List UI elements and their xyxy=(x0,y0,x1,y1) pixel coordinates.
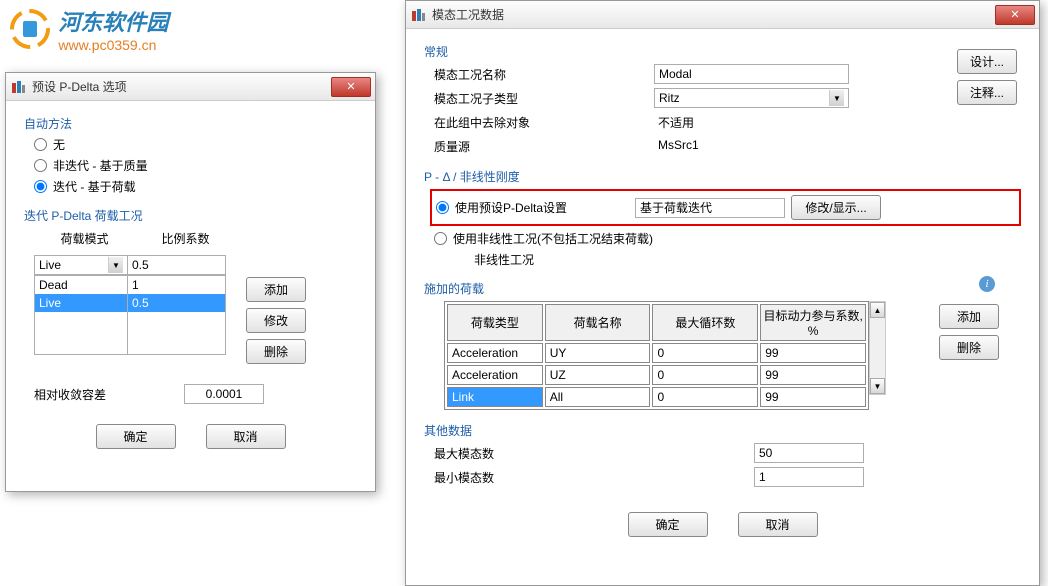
modal-case-window: 模态工况数据 ✕ 常规 模态工况名称 模态工况子类型 Ritz ▼ 在此组中去除… xyxy=(405,0,1040,586)
applied-loads-group: 施加的荷载 荷载类型 荷载名称 最大循环数 目标动力参与系数, % Accele… xyxy=(424,276,1021,410)
tolerance-input[interactable] xyxy=(184,384,264,404)
delete-button[interactable]: 删除 xyxy=(246,339,306,364)
highlight-box: 使用预设P-Delta设置 修改/显示... xyxy=(430,189,1021,226)
table-row[interactable]: Link All 0 99 xyxy=(447,387,866,407)
ok-button[interactable]: 确定 xyxy=(96,424,176,449)
preset-value-input[interactable] xyxy=(635,198,785,218)
notes-button[interactable]: 注释... xyxy=(957,80,1017,105)
design-button[interactable]: 设计... xyxy=(957,49,1017,74)
case-name-input[interactable] xyxy=(654,64,849,84)
min-modes-input[interactable] xyxy=(754,467,864,487)
radio-iterative-label: 迭代 - 基于荷载 xyxy=(53,178,136,195)
app-icon xyxy=(10,79,26,95)
dropdown-arrow-icon: ▼ xyxy=(108,257,123,273)
radio-iterative-input[interactable] xyxy=(34,180,47,193)
radio-none-label: 无 xyxy=(53,136,65,153)
scale-factor-list[interactable]: 1 0.5 xyxy=(128,275,226,355)
add-load-button[interactable]: 添加 xyxy=(939,304,999,329)
logo-icon xyxy=(5,9,55,49)
app-icon xyxy=(410,7,426,23)
scale-factor-header: 比例系数 xyxy=(161,230,209,247)
list-item[interactable]: Live xyxy=(35,294,127,312)
titlebar[interactable]: 预设 P-Delta 选项 ✕ xyxy=(6,73,375,101)
subtype-label: 模态工况子类型 xyxy=(434,90,654,107)
watermark-url: www.pc0359.cn xyxy=(58,37,168,53)
table-row[interactable]: Acceleration UZ 0 99 xyxy=(447,365,866,385)
radio-preset-label: 使用预设P-Delta设置 xyxy=(455,199,635,216)
window-title: 预设 P-Delta 选项 xyxy=(32,78,331,95)
radio-noniterative[interactable]: 非迭代 - 基于质量 xyxy=(34,157,357,174)
load-pattern-dropdown[interactable]: Live ▼ xyxy=(34,255,128,275)
radio-iterative[interactable]: 迭代 - 基于荷载 xyxy=(34,178,357,195)
add-button[interactable]: 添加 xyxy=(246,277,306,302)
scroll-down-icon[interactable]: ▼ xyxy=(870,378,885,394)
dropdown-arrow-icon: ▼ xyxy=(829,90,844,106)
mass-value: MsSrc1 xyxy=(654,136,849,156)
applied-loads-legend: 施加的荷载 xyxy=(424,280,1021,297)
radio-noniterative-input[interactable] xyxy=(34,159,47,172)
auto-method-legend: 自动方法 xyxy=(24,115,357,132)
radio-noniterative-label: 非迭代 - 基于质量 xyxy=(53,157,148,174)
list-item[interactable]: 0.5 xyxy=(128,294,225,312)
titlebar[interactable]: 模态工况数据 ✕ xyxy=(406,1,1039,29)
radio-preset-pdelta[interactable]: 使用预设P-Delta设置 修改/显示... xyxy=(436,195,1015,220)
pdelta-legend: P - Δ / 非线性刚度 xyxy=(424,168,1021,185)
radio-nonlinear-label: 使用非线性工况(不包括工况结束荷载) xyxy=(453,230,653,247)
list-item[interactable]: 1 xyxy=(128,276,225,294)
list-item[interactable]: Dead xyxy=(35,276,127,294)
tolerance-label: 相对收敛容差 xyxy=(34,386,184,403)
mass-label: 质量源 xyxy=(434,138,654,155)
case-name-label: 模态工况名称 xyxy=(434,66,654,83)
pdelta-options-window: 预设 P-Delta 选项 ✕ 自动方法 无 非迭代 - 基于质量 迭代 - 基… xyxy=(5,72,376,492)
th-load-type: 荷载类型 xyxy=(447,304,543,341)
delete-load-button[interactable]: 删除 xyxy=(939,335,999,360)
max-modes-label: 最大模态数 xyxy=(434,445,754,462)
th-target-ratio: 目标动力参与系数, % xyxy=(760,304,866,341)
radio-none-input[interactable] xyxy=(34,138,47,151)
cancel-button[interactable]: 取消 xyxy=(738,512,818,537)
close-button[interactable]: ✕ xyxy=(331,77,371,97)
radio-preset-input[interactable] xyxy=(436,201,449,214)
modify-button[interactable]: 修改 xyxy=(246,308,306,333)
cancel-button[interactable]: 取消 xyxy=(206,424,286,449)
general-group: 常规 模态工况名称 模态工况子类型 Ritz ▼ 在此组中去除对象 不适用 质量… xyxy=(424,39,1021,156)
loads-table[interactable]: 荷载类型 荷载名称 最大循环数 目标动力参与系数, % Acceleration… xyxy=(444,301,869,410)
auto-method-group: 自动方法 无 非迭代 - 基于质量 迭代 - 基于荷载 xyxy=(24,111,357,195)
subtype-dropdown[interactable]: Ritz ▼ xyxy=(654,88,849,108)
general-legend: 常规 xyxy=(424,43,1021,60)
info-icon[interactable]: i xyxy=(979,276,995,292)
load-pattern-list[interactable]: Dead Live xyxy=(34,275,128,355)
radio-nonlinear-case[interactable]: 使用非线性工况(不包括工况结束荷载) xyxy=(434,230,1021,247)
load-case-group: 迭代 P-Delta 荷载工况 荷载模式 比例系数 Live ▼ xyxy=(24,203,357,404)
table-scrollbar[interactable]: ▲ ▼ xyxy=(869,301,886,395)
th-max-cycles: 最大循环数 xyxy=(652,304,758,341)
load-case-legend: 迭代 P-Delta 荷载工况 xyxy=(24,207,357,224)
modify-show-button[interactable]: 修改/显示... xyxy=(791,195,881,220)
min-modes-label: 最小模态数 xyxy=(434,469,754,486)
scale-factor-input[interactable] xyxy=(128,255,226,275)
load-pattern-header: 荷载模式 xyxy=(60,230,108,247)
watermark-logo: 河东软件园 www.pc0359.cn xyxy=(5,5,168,53)
pdelta-group: P - Δ / 非线性刚度 使用预设P-Delta设置 修改/显示... 使用非… xyxy=(424,164,1021,268)
window-title: 模态工况数据 xyxy=(432,6,995,23)
scroll-up-icon[interactable]: ▲ xyxy=(870,302,885,318)
watermark-title: 河东软件园 xyxy=(58,5,168,37)
nonlinear-case-label: 非线性工况 xyxy=(474,251,534,268)
th-load-name: 荷载名称 xyxy=(545,304,651,341)
exclude-label: 在此组中去除对象 xyxy=(434,114,654,131)
radio-none[interactable]: 无 xyxy=(34,136,357,153)
ok-button[interactable]: 确定 xyxy=(628,512,708,537)
table-row[interactable]: Acceleration UY 0 99 xyxy=(447,343,866,363)
other-data-group: 其他数据 最大模态数 最小模态数 xyxy=(424,418,1021,487)
radio-nonlinear-input[interactable] xyxy=(434,232,447,245)
exclude-value: 不适用 xyxy=(654,112,849,132)
close-button[interactable]: ✕ xyxy=(995,5,1035,25)
other-data-legend: 其他数据 xyxy=(424,422,1021,439)
max-modes-input[interactable] xyxy=(754,443,864,463)
